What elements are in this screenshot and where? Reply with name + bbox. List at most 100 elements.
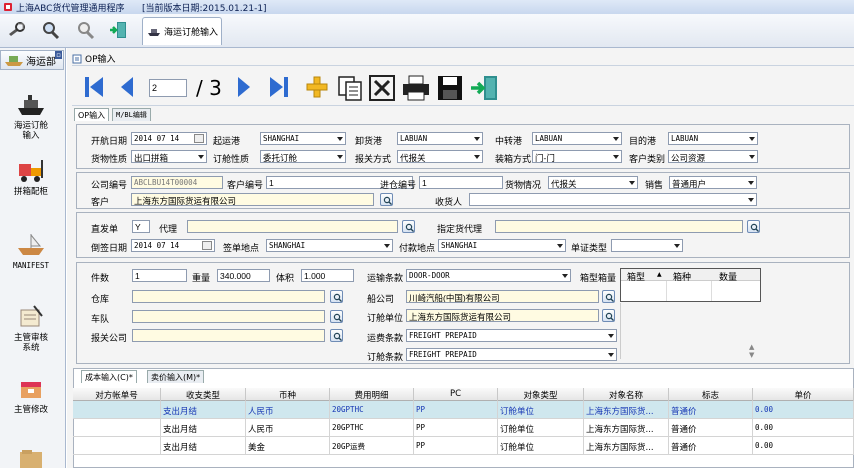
tab-cost-input[interactable]: 成本输入(C)* [81, 370, 137, 383]
sidebar-item-supervisor-edit[interactable]: 主管修改 [0, 376, 62, 415]
discharge-port-select[interactable]: LABUAN [397, 132, 483, 145]
sort-icon: ▲ [657, 271, 662, 278]
booking-unit-search-button[interactable] [602, 309, 615, 322]
exit-icon[interactable] [469, 74, 501, 105]
sidebar-item-supervisor-review[interactable]: 主管审核 系统 [0, 304, 62, 353]
customer-search-button[interactable] [380, 193, 393, 206]
cargo-nature-label: 货物性质 [91, 155, 128, 165]
sidebar-item-lcl-container[interactable]: 拼箱配柜 [0, 158, 62, 197]
first-record-icon[interactable] [82, 74, 106, 103]
save-icon[interactable] [436, 74, 464, 105]
scroll-arrows[interactable]: ▲ ▼ [749, 343, 759, 359]
table-cell: 支出月结 [161, 437, 246, 455]
carrier-field[interactable]: 川崎汽船(中国)有限公司 [406, 290, 599, 303]
cargo-status-label: 货物情况 [505, 181, 542, 191]
customer-type-select[interactable]: 公司资源 [668, 150, 758, 163]
search-icon [333, 313, 342, 322]
document-type-select[interactable] [611, 239, 683, 252]
customs-broker-search-button[interactable] [330, 329, 343, 342]
agent-search-button[interactable] [402, 220, 415, 233]
search-advanced-icon[interactable] [74, 20, 96, 40]
weight-field[interactable]: 340.000 [217, 269, 270, 282]
transit-port-select[interactable]: LABUAN [532, 132, 622, 145]
carrier-search-button[interactable] [602, 290, 615, 303]
table-row[interactable]: 支出月结 人民币 20GPTHC PP 订舱单位 上海东方国际货... 普通价 … [73, 419, 854, 437]
warehouse-search-button[interactable] [330, 290, 343, 303]
column-header: 数量 [719, 273, 738, 283]
sidebar-item-more[interactable] [0, 446, 62, 475]
document-type-label: 单证类型 [571, 244, 608, 254]
backdate-field[interactable]: 2014 07 14 [131, 239, 215, 252]
search-icon[interactable] [40, 20, 62, 40]
booking-terms-select[interactable]: FREIGHT PREPAID [406, 348, 617, 361]
booking-terms-label: 订舱条款 [367, 353, 404, 363]
booking-unit-field[interactable]: 上海东方国际货运有限公司 [406, 309, 599, 322]
sail-date-field[interactable]: 2014 07 14 [131, 132, 207, 145]
column-header: 单价 [753, 388, 854, 401]
form-icon [72, 54, 82, 63]
delete-icon[interactable] [368, 74, 396, 105]
destination-port-select[interactable]: LABUAN [668, 132, 758, 145]
last-record-icon[interactable] [267, 74, 291, 103]
company-no-field: ABCLBU14T00004 [131, 176, 223, 189]
consignee-select[interactable] [469, 193, 757, 206]
designated-agent-field[interactable] [495, 220, 743, 233]
print-icon[interactable] [401, 74, 431, 105]
pin-icon[interactable]: ▫ [55, 51, 62, 59]
booking-nature-label: 订舱性质 [213, 155, 250, 165]
voyage-panel: 开航日期 2014 07 14 起运港 SHANGHAI 卸货港 LABUAN … [76, 124, 850, 169]
table-row[interactable]: 支出月结 人民币 20GPTHC PP 订舱单位 上海东方国际货... 普通价 … [73, 401, 854, 419]
fleet-field[interactable] [132, 310, 325, 323]
exit-icon[interactable] [108, 20, 130, 40]
table-row[interactable]: 支出月结 美金 20GP运费 PP 订舱单位 上海东方国际货... 普通价 0.… [73, 437, 854, 455]
destination-port-label: 目的港 [629, 137, 657, 147]
warehouse-no-field[interactable]: 1 [419, 176, 503, 189]
cargo-status-select[interactable]: 代报关 [548, 176, 638, 189]
transport-terms-select[interactable]: DOOR-DOOR [406, 269, 571, 282]
title-bar: 上海ABC货代管理通用程序 [当前版本日期:2015.01.21-1] [0, 0, 854, 14]
sidebar-item-booking-input[interactable]: 海运订舱 输入 [0, 92, 62, 141]
fleet-search-button[interactable] [330, 310, 343, 323]
tab-sea-booking-input[interactable]: 海运订舱输入 [142, 17, 222, 45]
designated-agent-search-button[interactable] [747, 220, 760, 233]
customs-broker-field[interactable] [132, 329, 325, 342]
direct-bill-field[interactable]: Y [132, 220, 150, 233]
freight-terms-select[interactable]: FREIGHT PREPAID [406, 329, 617, 342]
op-title: OP输入 [85, 55, 116, 65]
container-table[interactable]: 箱型 ▲ 箱种 数量 [620, 268, 761, 302]
tab-mbl-edit[interactable]: M/BL编辑 [112, 108, 151, 121]
cargo-nature-select[interactable]: 出口拼箱 [131, 150, 207, 163]
container-qty-label: 箱型箱量 [580, 274, 617, 284]
weight-label: 重量 [192, 274, 211, 284]
tab-sell-price-input[interactable]: 卖价输入(M)* [147, 370, 205, 383]
sidebar-header[interactable]: 海运部 ▫ [0, 50, 64, 70]
agent-label: 代理 [159, 225, 178, 235]
container-table-empty [620, 303, 761, 359]
booking-nature-select[interactable]: 委托订舱 [260, 150, 346, 163]
next-record-icon[interactable] [235, 74, 253, 103]
customer-field[interactable]: 上海东方国际货运有限公司 [131, 193, 374, 206]
sidebar-item-manifest[interactable]: MANIFEST [0, 232, 62, 271]
volume-field[interactable]: 1.000 [301, 269, 354, 282]
app-title: 上海ABC货代管理通用程序 [16, 4, 125, 14]
warehouse-field[interactable] [132, 290, 325, 303]
company-no-label: 公司编号 [91, 181, 128, 191]
pieces-field[interactable]: 1 [132, 269, 187, 282]
agent-field[interactable] [187, 220, 398, 233]
customs-method-select[interactable]: 代报关 [397, 150, 483, 163]
issue-place-select[interactable]: SHANGHAI [266, 239, 393, 252]
column-header: 箱型 [627, 273, 646, 283]
add-icon[interactable] [304, 74, 330, 103]
sales-select[interactable]: 普通用户 [669, 176, 757, 189]
copy-icon[interactable] [336, 74, 364, 105]
page-number-input[interactable]: 2 [149, 79, 187, 97]
customer-no-label: 客户编号 [227, 181, 264, 191]
origin-port-select[interactable]: SHANGHAI [260, 132, 346, 145]
tab-op-input[interactable]: OP输入 [74, 108, 110, 121]
payment-place-select[interactable]: SHANGHAI [438, 239, 566, 252]
prev-record-icon[interactable] [118, 74, 136, 103]
wrench-icon[interactable] [6, 20, 28, 40]
table-cell: 订舱单位 [498, 401, 584, 419]
container-table-header: 箱型 ▲ 箱种 数量 [621, 269, 760, 283]
packing-method-select[interactable]: 门-门 [532, 150, 622, 163]
